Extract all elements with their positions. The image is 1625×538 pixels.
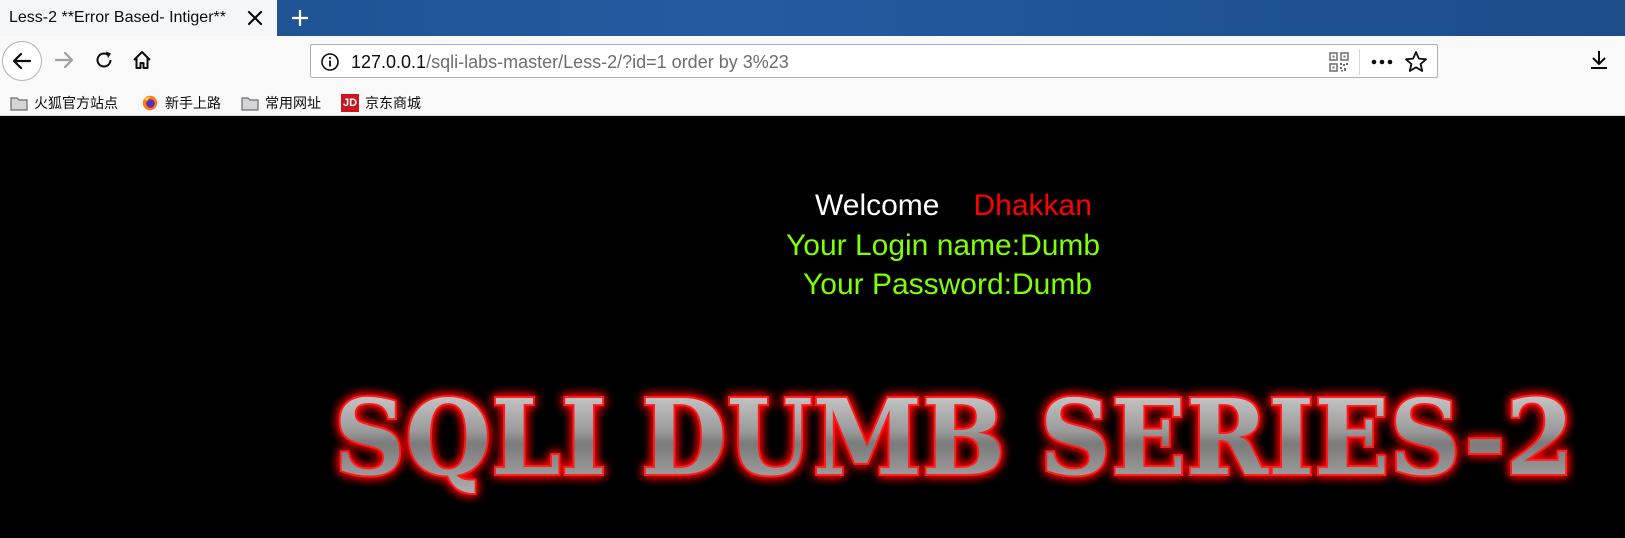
url-path: /sqli-labs-master/Less-2/?id=1 order by … — [426, 52, 789, 72]
tab-strip: Less-2 **Error Based- Intiger** — [0, 0, 1625, 36]
qr-code-icon[interactable] — [1329, 52, 1349, 72]
close-tab-icon[interactable] — [243, 6, 267, 30]
bookmark-firefox-official-site[interactable]: 火狐官方站点 — [10, 92, 118, 114]
folder-icon — [241, 97, 259, 111]
url-text[interactable]: 127.0.0.1/sqli-labs-master/Less-2/?id=1 … — [351, 51, 789, 73]
page-actions-more-icon[interactable] — [1369, 50, 1395, 74]
user-name-text: Dhakkan — [973, 189, 1092, 222]
bookmark-star-icon[interactable] — [1403, 49, 1429, 75]
reload-icon[interactable] — [90, 46, 118, 74]
tab-title: Less-2 **Error Based- Intiger** — [9, 9, 226, 26]
login-name-text: Your Login name:Dumb — [786, 229, 1101, 262]
welcome-line: Welcome Dhakkan — [815, 188, 1092, 224]
download-icon[interactable] — [1585, 46, 1613, 74]
forward-arrow-icon[interactable] — [50, 46, 78, 74]
active-tab[interactable]: Less-2 **Error Based- Intiger** — [0, 0, 277, 36]
jd-icon: JD — [341, 94, 359, 112]
bookmark-label: 常用网址 — [265, 95, 321, 111]
bookmark-label: 新手上路 — [165, 95, 221, 111]
bookmark-jd-mall[interactable]: JD 京东商城 — [341, 92, 421, 114]
sqli-dumb-series-banner: SQLI DUMB SERIES-2 — [332, 374, 1576, 501]
bookmark-label: 火狐官方站点 — [34, 95, 118, 111]
url-host: 127.0.0.1 — [351, 52, 427, 72]
back-arrow-icon[interactable] — [2, 41, 42, 81]
bookmark-common-sites[interactable]: 常用网址 — [241, 92, 321, 114]
new-tab-plus-icon[interactable] — [286, 4, 314, 32]
bookmark-label: 京东商城 — [365, 95, 421, 111]
address-bar[interactable]: 127.0.0.1/sqli-labs-master/Less-2/?id=1 … — [310, 44, 1438, 78]
banner-title: SQLI DUMB SERIES-2 — [334, 376, 1574, 499]
home-icon[interactable] — [128, 46, 156, 74]
site-info-icon[interactable] — [319, 51, 341, 73]
page-content: Welcome Dhakkan Your Login name:Dumb Your… — [0, 116, 1625, 538]
firefox-icon — [142, 95, 158, 111]
welcome-text: Welcome — [815, 189, 940, 222]
folder-icon — [10, 97, 28, 111]
bookmark-getting-started[interactable]: 新手上路 — [141, 92, 221, 114]
password-text: Your Password:Dumb — [803, 268, 1093, 301]
url-bar-separator — [1359, 49, 1360, 75]
navigation-toolbar: 127.0.0.1/sqli-labs-master/Less-2/?id=1 … — [0, 36, 1625, 90]
bookmarks-toolbar: 火狐官方站点 新手上路 常用网址 JD 京东商城 — [0, 90, 1625, 116]
